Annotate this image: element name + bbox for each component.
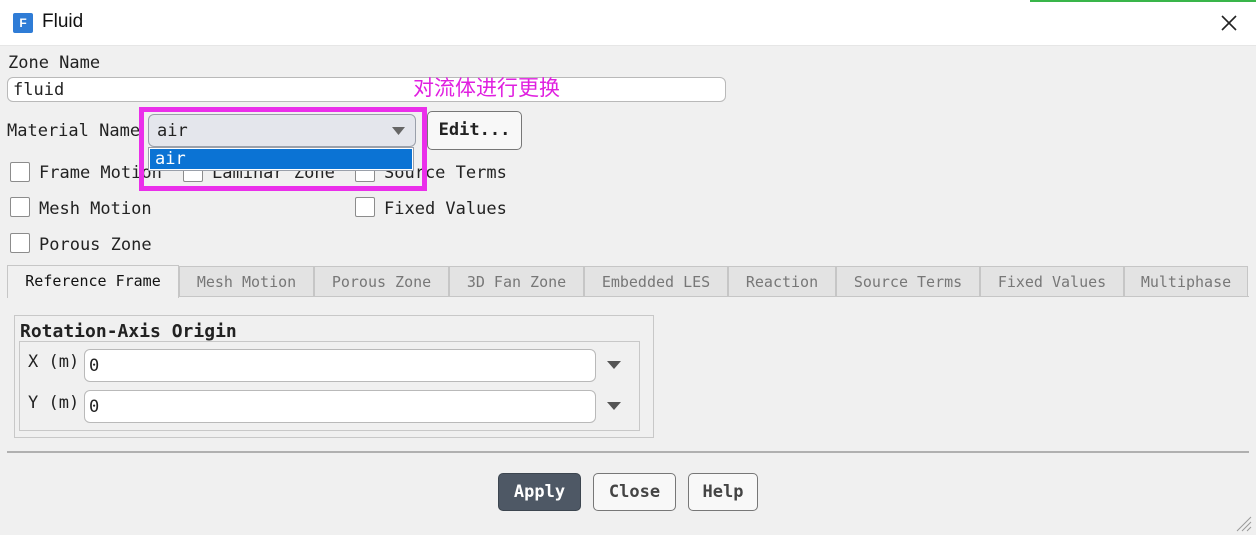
x-origin-dropdown-icon[interactable] <box>607 361 621 369</box>
close-icon[interactable] <box>1215 9 1243 37</box>
help-button[interactable]: Help <box>688 473 758 511</box>
material-name-select[interactable]: air <box>148 114 416 147</box>
y-origin-dropdown-icon[interactable] <box>607 402 621 410</box>
fixed-values-label: Fixed Values <box>384 199 507 219</box>
material-name-label: Material Name <box>7 121 141 141</box>
title-bar: F Fluid <box>0 0 1256 46</box>
tab-reaction[interactable]: Reaction <box>728 266 836 297</box>
fixed-values-checkbox[interactable] <box>355 197 375 217</box>
material-selected-value: air <box>157 121 188 141</box>
chevron-down-icon <box>392 127 405 135</box>
frame-motion-label: Frame Motion <box>39 163 162 183</box>
tab-porous-zone[interactable]: Porous Zone <box>314 266 449 297</box>
resize-grip-icon[interactable] <box>1234 514 1252 532</box>
annotation-text: 对流体进行更换 <box>413 76 560 100</box>
tab-multiphase[interactable]: Multiphase <box>1124 266 1248 297</box>
mesh-motion-label: Mesh Motion <box>39 199 152 219</box>
tab-divider <box>7 296 1249 297</box>
frame-motion-checkbox[interactable] <box>10 162 30 182</box>
apply-button[interactable]: Apply <box>498 473 581 511</box>
zone-name-label: Zone Name <box>8 53 101 73</box>
background-window-edge <box>1030 0 1256 2</box>
porous-zone-label: Porous Zone <box>39 235 152 255</box>
close-button[interactable]: Close <box>593 473 676 511</box>
tab-3d-fan-zone[interactable]: 3D Fan Zone <box>449 266 584 297</box>
tab-embedded-les[interactable]: Embedded LES <box>584 266 728 297</box>
y-origin-label: Y (m) <box>28 393 80 413</box>
x-origin-input[interactable]: 0 <box>84 349 596 382</box>
rotation-axis-title: Rotation-Axis Origin <box>20 321 237 342</box>
zone-tabs: Reference Frame Mesh Motion Porous Zone … <box>7 265 1249 298</box>
y-origin-input[interactable]: 0 <box>84 390 596 423</box>
footer-separator <box>7 451 1249 453</box>
material-option-air[interactable]: air <box>150 149 412 169</box>
tab-source-terms[interactable]: Source Terms <box>836 266 980 297</box>
edit-material-button[interactable]: Edit... <box>427 111 522 150</box>
window-title: Fluid <box>42 11 84 32</box>
tab-reference-frame[interactable]: Reference Frame <box>7 265 179 298</box>
zone-name-input[interactable]: fluid <box>7 77 726 102</box>
material-dropdown-list: air <box>148 147 414 171</box>
mesh-motion-checkbox[interactable] <box>10 197 30 217</box>
fluent-app-icon: F <box>13 13 33 33</box>
porous-zone-checkbox[interactable] <box>10 233 30 253</box>
x-origin-label: X (m) <box>28 352 80 372</box>
tab-mesh-motion[interactable]: Mesh Motion <box>179 266 314 297</box>
tab-fixed-values[interactable]: Fixed Values <box>980 266 1124 297</box>
